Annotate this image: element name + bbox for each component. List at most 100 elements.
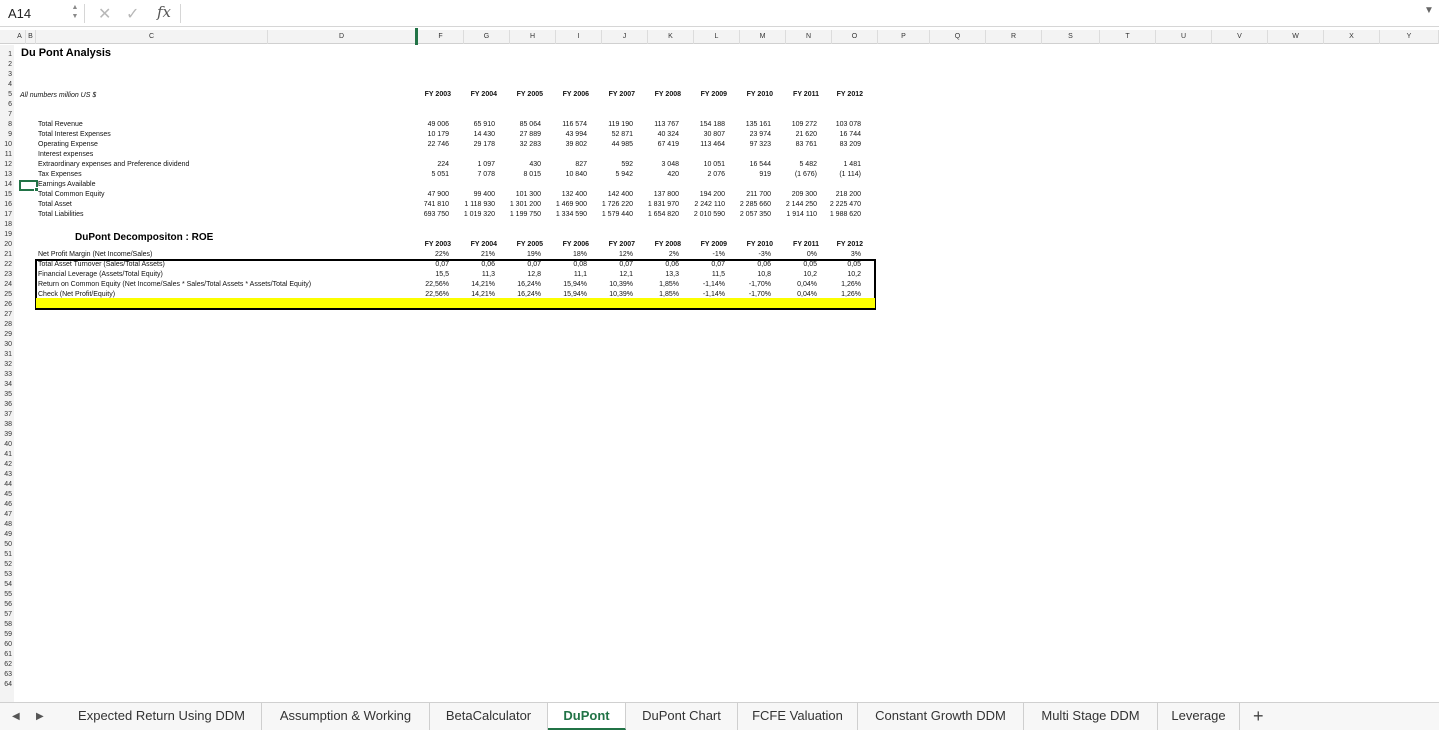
column-header-l[interactable]: L xyxy=(694,30,740,44)
row-header-5[interactable]: 5 xyxy=(0,90,14,100)
column-header-k[interactable]: K xyxy=(648,30,694,44)
row-header-56[interactable]: 56 xyxy=(0,600,14,610)
row-header-4[interactable]: 4 xyxy=(0,80,14,90)
row-header-50[interactable]: 50 xyxy=(0,540,14,550)
row-header-28[interactable]: 28 xyxy=(0,320,14,330)
add-sheet-button[interactable]: + xyxy=(1253,706,1264,727)
row-header-14[interactable]: 14 xyxy=(0,180,14,190)
sheet-tab[interactable]: Expected Return Using DDM xyxy=(62,703,262,730)
row-header-36[interactable]: 36 xyxy=(0,400,14,410)
row-header-53[interactable]: 53 xyxy=(0,570,14,580)
column-header-i[interactable]: I xyxy=(556,30,602,44)
row-header-42[interactable]: 42 xyxy=(0,460,14,470)
column-header-f[interactable]: F xyxy=(418,30,464,44)
row-header-35[interactable]: 35 xyxy=(0,390,14,400)
row-header-49[interactable]: 49 xyxy=(0,530,14,540)
cancel-icon[interactable]: ✕ xyxy=(98,4,111,24)
row-header-11[interactable]: 11 xyxy=(0,150,14,160)
row-header-52[interactable]: 52 xyxy=(0,560,14,570)
column-header-j[interactable]: J xyxy=(602,30,648,44)
row-header-1[interactable]: 1 xyxy=(0,50,14,60)
row-header-64[interactable]: 64 xyxy=(0,680,14,690)
column-header-r[interactable]: R xyxy=(986,30,1042,44)
row-header-20[interactable]: 20 xyxy=(0,240,14,250)
row-header-43[interactable]: 43 xyxy=(0,470,14,480)
sheet-tab[interactable]: Multi Stage DDM xyxy=(1024,703,1158,730)
column-header-h[interactable]: H xyxy=(510,30,556,44)
row-header-15[interactable]: 15 xyxy=(0,190,14,200)
column-header-w[interactable]: W xyxy=(1268,30,1324,44)
next-sheet-icon[interactable]: ▶ xyxy=(36,711,44,722)
row-header-17[interactable]: 17 xyxy=(0,210,14,220)
row-header-33[interactable]: 33 xyxy=(0,370,14,380)
confirm-icon[interactable]: ✓ xyxy=(126,4,139,24)
column-header-q[interactable]: Q xyxy=(930,30,986,44)
row-header-39[interactable]: 39 xyxy=(0,430,14,440)
row-header-51[interactable]: 51 xyxy=(0,550,14,560)
sheet-tab[interactable]: DuPont Chart xyxy=(626,703,738,730)
row-header-55[interactable]: 55 xyxy=(0,590,14,600)
column-header-v[interactable]: V xyxy=(1212,30,1268,44)
row-header-34[interactable]: 34 xyxy=(0,380,14,390)
row-header-60[interactable]: 60 xyxy=(0,640,14,650)
row-header-54[interactable]: 54 xyxy=(0,580,14,590)
row-header-18[interactable]: 18 xyxy=(0,220,14,230)
row-header-3[interactable]: 3 xyxy=(0,70,14,80)
column-header-u[interactable]: U xyxy=(1156,30,1212,44)
row-header-63[interactable]: 63 xyxy=(0,670,14,680)
column-header-g[interactable]: G xyxy=(464,30,510,44)
row-header-47[interactable]: 47 xyxy=(0,510,14,520)
row-header-7[interactable]: 7 xyxy=(0,110,14,120)
row-header-57[interactable]: 57 xyxy=(0,610,14,620)
column-header-o[interactable]: O xyxy=(832,30,878,44)
column-header-n[interactable]: N xyxy=(786,30,832,44)
row-header-24[interactable]: 24 xyxy=(0,280,14,290)
row-header-44[interactable]: 44 xyxy=(0,480,14,490)
function-icon[interactable]: fx xyxy=(157,3,171,21)
row-header-38[interactable]: 38 xyxy=(0,420,14,430)
row-header-37[interactable]: 37 xyxy=(0,410,14,420)
row-header-30[interactable]: 30 xyxy=(0,340,14,350)
column-header-s[interactable]: S xyxy=(1042,30,1100,44)
row-header-45[interactable]: 45 xyxy=(0,490,14,500)
column-header-a[interactable]: A xyxy=(14,30,26,44)
row-header-26[interactable]: 26 xyxy=(0,300,14,310)
row-header-19[interactable]: 19 xyxy=(0,230,14,240)
column-header-b[interactable]: B xyxy=(26,30,36,44)
row-header-13[interactable]: 13 xyxy=(0,170,14,180)
row-header-16[interactable]: 16 xyxy=(0,200,14,210)
row-header-27[interactable]: 27 xyxy=(0,310,14,320)
row-header-41[interactable]: 41 xyxy=(0,450,14,460)
row-header-59[interactable]: 59 xyxy=(0,630,14,640)
worksheet-grid[interactable]: Du Pont Analysis All numbers million US … xyxy=(14,45,1439,702)
sheet-tab[interactable]: BetaCalculator xyxy=(430,703,548,730)
freeze-pane-divider[interactable] xyxy=(415,28,418,45)
row-header-32[interactable]: 32 xyxy=(0,360,14,370)
sheet-tab[interactable]: DuPont xyxy=(548,703,626,730)
row-header-62[interactable]: 62 xyxy=(0,660,14,670)
column-header-m[interactable]: M xyxy=(740,30,786,44)
sheet-tab[interactable]: Leverage xyxy=(1158,703,1240,730)
prev-sheet-icon[interactable]: ◀ xyxy=(12,711,20,722)
row-header-8[interactable]: 8 xyxy=(0,120,14,130)
row-header-29[interactable]: 29 xyxy=(0,330,14,340)
row-header-25[interactable]: 25 xyxy=(0,290,14,300)
sheet-tab[interactable]: FCFE Valuation xyxy=(738,703,858,730)
row-header-40[interactable]: 40 xyxy=(0,440,14,450)
column-header-x[interactable]: X xyxy=(1324,30,1380,44)
row-header-31[interactable]: 31 xyxy=(0,350,14,360)
row-header-6[interactable]: 6 xyxy=(0,100,14,110)
column-header-c[interactable]: C xyxy=(36,30,268,44)
row-header-10[interactable]: 10 xyxy=(0,140,14,150)
row-header-23[interactable]: 23 xyxy=(0,270,14,280)
name-box-stepper-icon[interactable]: ▲ ▼ xyxy=(70,3,80,23)
row-header-12[interactable]: 12 xyxy=(0,160,14,170)
row-header-48[interactable]: 48 xyxy=(0,520,14,530)
formula-input[interactable] xyxy=(186,4,1406,23)
row-header-22[interactable]: 22 xyxy=(0,260,14,270)
sheet-tab[interactable]: Constant Growth DDM xyxy=(858,703,1024,730)
row-header-21[interactable]: 21 xyxy=(0,250,14,260)
row-header-61[interactable]: 61 xyxy=(0,650,14,660)
sheet-tab[interactable]: Assumption & Working xyxy=(262,703,430,730)
column-header-t[interactable]: T xyxy=(1100,30,1156,44)
